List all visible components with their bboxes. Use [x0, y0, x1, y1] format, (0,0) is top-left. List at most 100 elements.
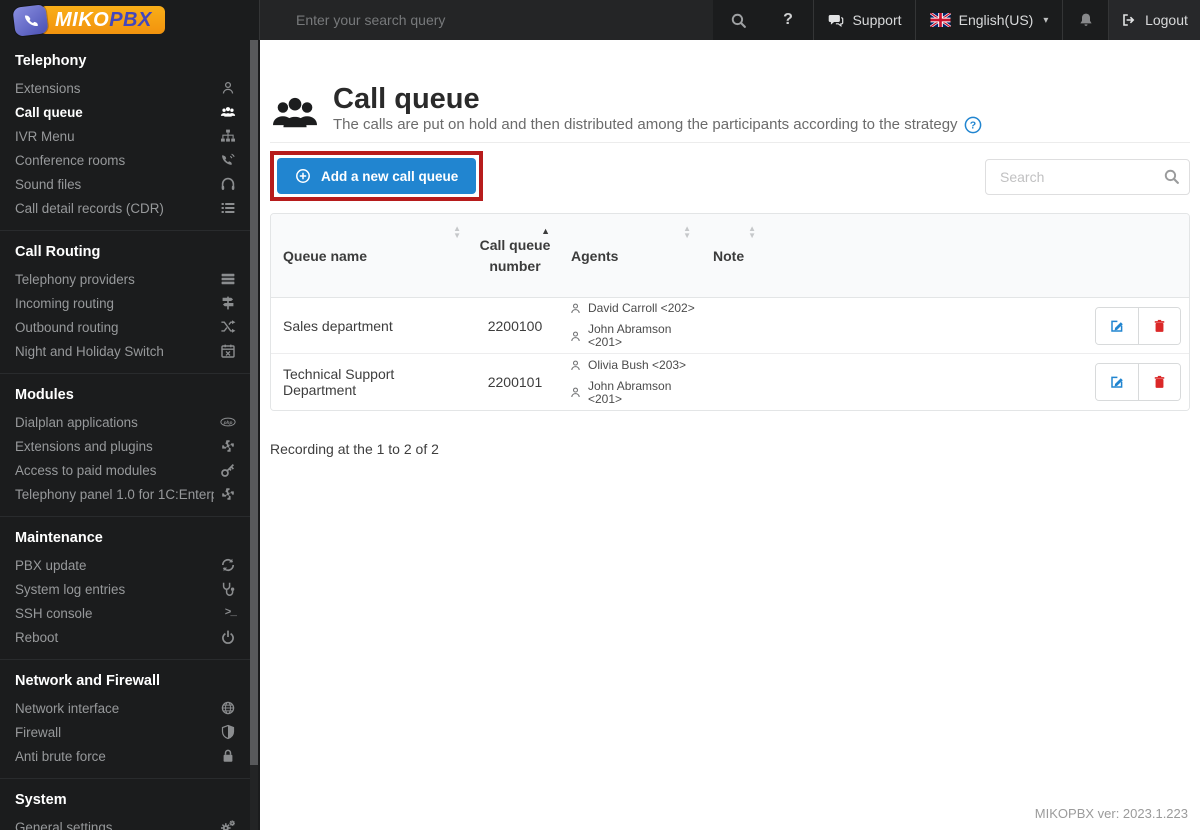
notifications-button[interactable]	[1062, 0, 1108, 40]
section-title: System	[15, 792, 67, 808]
user-icon	[220, 80, 236, 96]
search-button[interactable]	[713, 0, 763, 40]
page-title: Call queue	[333, 83, 480, 115]
sidebar-item-reboot[interactable]: Reboot	[0, 625, 250, 649]
agent-item: Olivia Bush <203>	[569, 358, 701, 372]
column-header-call-queue-number[interactable]: Call queue number ▲	[471, 214, 559, 297]
sidebar-section-telephony: Telephony Extensions Call queue IVR Menu…	[0, 40, 250, 231]
table-search	[985, 159, 1190, 195]
shield-icon	[220, 724, 236, 740]
section-title: Telephony	[15, 53, 87, 69]
section-title: Network and Firewall	[15, 673, 161, 689]
sort-icons: ▲ ▼	[683, 224, 691, 240]
sidebar-item-pbx-update[interactable]: PBX update	[0, 553, 250, 577]
sidebar-item-access-paid-modules[interactable]: Access to paid modules	[0, 458, 250, 482]
sidebar-item-extensions-and-plugins[interactable]: Extensions and plugins	[0, 434, 250, 458]
page-subtitle: The calls are put on hold and then distr…	[333, 116, 982, 134]
queue-number-cell: 2200101	[487, 374, 543, 390]
sidebar-item-telephony-providers[interactable]: Telephony providers	[0, 267, 250, 291]
sort-asc-icon: ▲	[541, 226, 550, 236]
sidebar-item-outbound-routing[interactable]: Outbound routing	[0, 315, 250, 339]
cogs-icon	[220, 819, 236, 830]
sidebar-item-night-holiday-switch[interactable]: Night and Holiday Switch	[0, 339, 250, 363]
edit-button[interactable]	[1096, 364, 1138, 400]
puzzle-icon	[220, 438, 236, 454]
uk-flag-icon	[930, 13, 951, 27]
sidebar-item-sound-files[interactable]: Sound files	[0, 172, 250, 196]
support-button[interactable]: Support	[813, 0, 915, 40]
sidebar-scrollbar[interactable]	[250, 40, 258, 830]
brand-wordmark: MIKO PBX	[40, 6, 165, 34]
sidebar-item-ivr-menu[interactable]: IVR Menu	[0, 124, 250, 148]
bell-icon	[1078, 12, 1094, 28]
global-search-area	[260, 0, 713, 40]
users-icon	[220, 104, 236, 120]
sync-icon	[220, 557, 236, 573]
edit-button[interactable]	[1096, 307, 1138, 344]
sidebar: Telephony Extensions Call queue IVR Menu…	[0, 40, 260, 830]
search-icon	[730, 12, 747, 29]
app-logo[interactable]: MIKO PBX	[0, 0, 260, 40]
version-label: MIKOPBX ver: 2023.1.223	[1034, 806, 1188, 821]
user-icon	[569, 330, 582, 343]
trash-icon	[1152, 374, 1167, 390]
sidebar-item-network-interface[interactable]: Network interface	[0, 696, 250, 720]
table-search-input[interactable]	[985, 159, 1190, 195]
help-button[interactable]: ?	[763, 0, 813, 40]
section-title: Maintenance	[15, 530, 103, 546]
sidebar-item-telephony-panel-1c[interactable]: Telephony panel 1.0 for 1C:Enterprise	[0, 482, 250, 506]
phone-logo-icon	[12, 3, 49, 37]
key-icon	[220, 462, 236, 478]
user-icon	[569, 359, 582, 372]
sidebar-item-conference-rooms[interactable]: Conference rooms	[0, 148, 250, 172]
search-icon[interactable]	[1163, 168, 1180, 185]
sidebar-section-system: System General settings	[0, 779, 250, 830]
sidebar-item-firewall[interactable]: Firewall	[0, 720, 250, 744]
globe-icon	[220, 700, 236, 716]
brand-secondary: PBX	[109, 8, 152, 31]
sidebar-item-anti-brute-force[interactable]: Anti brute force	[0, 744, 250, 768]
users-icon	[270, 91, 320, 135]
edit-icon	[1109, 374, 1125, 390]
table-header-row: Queue name ▲ ▼ Call queue number ▲ Agents…	[271, 214, 1189, 298]
help-circle-icon[interactable]	[964, 116, 982, 134]
scrollbar-thumb[interactable]	[250, 40, 258, 765]
server-icon	[220, 271, 236, 287]
delete-button[interactable]	[1138, 307, 1180, 344]
global-search-input[interactable]	[296, 12, 656, 28]
trash-icon	[1152, 318, 1167, 334]
comments-icon	[827, 12, 844, 28]
table-row: Sales department 2200100 David Carroll <…	[271, 298, 1189, 354]
add-call-queue-button[interactable]: Add a new call queue	[277, 158, 477, 194]
sidebar-item-extensions[interactable]: Extensions	[0, 76, 250, 100]
actions-cell	[766, 363, 1189, 401]
column-header-note[interactable]: Note ▲ ▼	[701, 214, 766, 297]
sidebar-item-cdr[interactable]: Call detail records (CDR)	[0, 196, 250, 220]
column-header-queue-name[interactable]: Queue name ▲ ▼	[271, 214, 471, 297]
sidebar-section-modules: Modules Dialplan applications Extensions…	[0, 374, 250, 517]
calendar-times-icon	[220, 343, 236, 359]
sitemap-icon	[220, 128, 236, 144]
delete-button[interactable]	[1138, 364, 1180, 400]
agent-item: David Carroll <202>	[569, 302, 701, 315]
column-header-agents[interactable]: Agents ▲ ▼	[559, 214, 701, 297]
sidebar-item-system-log-entries[interactable]: System log entries	[0, 577, 250, 601]
sidebar-item-incoming-routing[interactable]: Incoming routing	[0, 291, 250, 315]
logout-icon	[1121, 12, 1137, 28]
queue-name-cell: Sales department	[283, 317, 393, 334]
sidebar-item-dialplan-applications[interactable]: Dialplan applications	[0, 410, 250, 434]
phone-volume-icon	[220, 152, 236, 168]
language-selector[interactable]: English(US) ▾	[915, 0, 1062, 40]
sidebar-item-call-queue[interactable]: Call queue	[0, 100, 250, 124]
sort-icons: ▲ ▼	[748, 224, 756, 240]
sidebar-item-general-settings[interactable]: General settings	[0, 815, 250, 830]
agent-item: John Abramson <201>	[569, 323, 701, 349]
logout-button[interactable]: Logout	[1108, 0, 1200, 40]
list-icon	[220, 200, 236, 216]
top-bar: MIKOPBX ? Support English(US) ▾ Logout	[0, 0, 1200, 40]
sidebar-item-ssh-console[interactable]: SSH console >_	[0, 601, 250, 625]
top-bar-actions: ? Support English(US) ▾ Logout	[713, 0, 1200, 40]
column-header-actions	[766, 214, 1189, 297]
user-icon	[569, 386, 582, 399]
section-title: Call Routing	[15, 244, 101, 260]
